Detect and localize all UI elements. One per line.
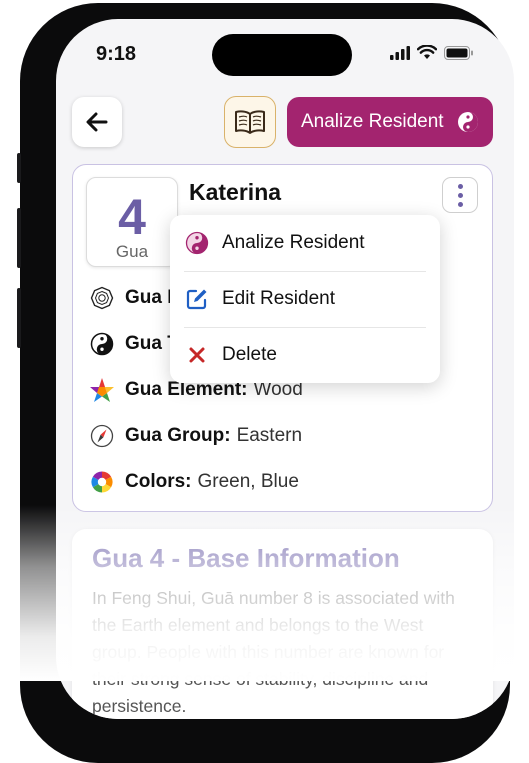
color-wheel-icon xyxy=(89,469,115,495)
analyze-resident-button[interactable]: Analize Resident xyxy=(287,97,493,147)
analyze-resident-label: Analize Resident xyxy=(301,111,444,132)
detail-row-colors: Colors: Green, Blue xyxy=(89,469,299,495)
side-button-volume-up xyxy=(17,208,21,268)
detail-row-gua-group: Gua Group: Eastern xyxy=(89,423,302,449)
gua-label: Gua xyxy=(115,242,149,261)
menu-item-delete[interactable]: Delete xyxy=(184,327,426,383)
wifi-icon xyxy=(417,45,437,59)
side-button-silent xyxy=(17,153,21,183)
book-button[interactable] xyxy=(224,96,276,148)
compass-icon xyxy=(89,423,115,449)
yin-yang-icon xyxy=(184,231,210,255)
more-dot xyxy=(457,183,463,189)
status-time: 9:18 xyxy=(96,43,137,65)
signal-icon xyxy=(390,45,410,60)
phone-frame: 9:18 Analize Resident 4 Gua Katerina Gua… xyxy=(17,3,514,763)
gua-number-box: 4 Gua xyxy=(86,177,178,267)
detail-value: Eastern xyxy=(236,425,303,446)
close-icon xyxy=(184,345,210,365)
five-elements-star-icon xyxy=(89,377,115,403)
arrow-left-icon xyxy=(86,112,108,132)
detail-label: Colors: xyxy=(125,471,192,492)
phone-screen: 9:18 Analize Resident 4 Gua Katerina Gua… xyxy=(56,19,514,719)
more-dot xyxy=(457,201,463,207)
options-menu: Analize Resident Edit Resident Delete xyxy=(170,215,440,383)
menu-item-label: Analize Resident xyxy=(222,232,365,253)
base-information-card: Gua 4 - Base Information In Feng Shui, G… xyxy=(72,529,493,719)
back-button[interactable] xyxy=(72,97,122,147)
detail-label: Gua Group: xyxy=(125,425,231,446)
detail-value: Green, Blue xyxy=(197,471,299,492)
more-dot xyxy=(457,192,463,198)
menu-item-edit[interactable]: Edit Resident xyxy=(184,271,426,327)
base-information-title: Gua 4 - Base Information xyxy=(92,543,400,573)
base-information-text: In Feng Shui, Guā number 8 is associated… xyxy=(92,588,455,716)
edit-icon xyxy=(184,287,210,311)
status-icons xyxy=(390,45,474,60)
menu-item-analyze[interactable]: Analize Resident xyxy=(184,215,426,271)
more-options-button[interactable] xyxy=(442,177,478,213)
menu-item-label: Edit Resident xyxy=(222,288,336,309)
resident-name: Katerina xyxy=(189,179,282,205)
book-icon xyxy=(235,110,265,134)
bagua-icon xyxy=(89,285,115,311)
menu-item-label: Delete xyxy=(222,344,277,365)
yin-yang-icon xyxy=(89,331,115,357)
yin-yang-icon xyxy=(458,112,478,132)
battery-icon xyxy=(444,45,473,60)
gua-number: 4 xyxy=(118,189,146,245)
side-button-volume-down xyxy=(17,288,21,348)
dynamic-island xyxy=(212,34,352,76)
